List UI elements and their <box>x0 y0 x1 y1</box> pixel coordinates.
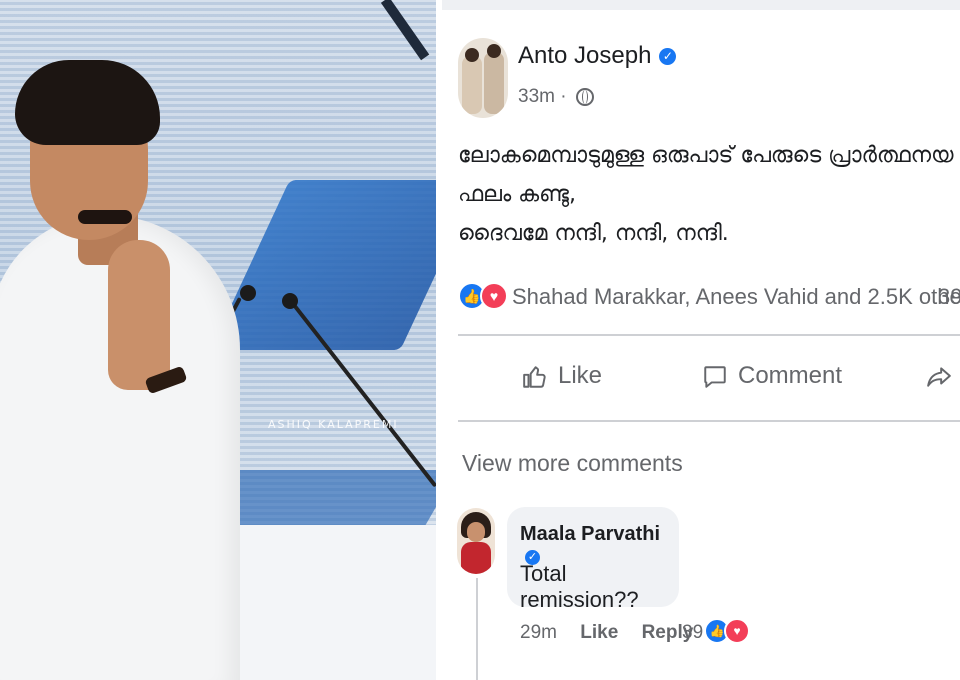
love-reaction-icon: ♥ <box>480 282 508 310</box>
person-hair <box>15 60 160 145</box>
comment-label: Comment <box>738 362 843 389</box>
avatar-figure <box>484 52 504 114</box>
comment-reaction-count: 39 <box>682 622 704 643</box>
verified-badge-icon: ✓ <box>659 48 677 66</box>
share-icon <box>927 367 951 387</box>
news-photo: ASHIQ KALAPREMI <box>0 0 436 680</box>
thumbs-up-icon <box>523 365 546 388</box>
author-avatar[interactable] <box>458 38 508 118</box>
post-body: ലോകമെമ്പാടുമുള്ള ഒരുപാട് പേരുടെ പ്രാർത്ഥ… <box>458 136 960 253</box>
comment-like-button[interactable]: Like <box>580 622 618 643</box>
person-mustache <box>78 210 132 224</box>
commenter-name[interactable]: Maala Parvathi <box>520 523 660 545</box>
comment-text: Total remission?? <box>520 561 639 612</box>
person-folded-hands <box>108 240 170 390</box>
post-time[interactable]: 33m · <box>518 86 567 107</box>
avatar-face <box>467 522 485 542</box>
reactors-text: Shahad Marakkar, Anees Vahid and 2.5K ot… <box>512 284 960 309</box>
avatar-head <box>465 48 479 62</box>
microphone-icon <box>240 285 256 301</box>
divider <box>458 420 960 422</box>
post-body-line: ദൈവമേ നന്ദി, നന്ദി, നന്ദി. <box>458 221 729 246</box>
reaction-summary[interactable]: 👍 ♥ Shahad Marakkar, Anees Vahid and 2.5… <box>458 281 960 315</box>
commenter-avatar[interactable] <box>457 508 495 574</box>
comment-time[interactable]: 29m <box>520 622 557 643</box>
post-body-line: ഫലം കണ്ടു, <box>458 182 576 207</box>
post-meta: 33m · <box>518 86 594 108</box>
comment-bubble: Maala Parvathi✓ Total remission?? <box>507 507 679 612</box>
photo-watermark: ASHIQ KALAPREMI <box>268 418 399 431</box>
like-label: Like <box>558 362 603 389</box>
avatar-figure <box>462 56 482 114</box>
top-border <box>442 0 960 10</box>
avatar-head <box>487 44 501 58</box>
author-name[interactable]: Anto Joseph <box>518 42 651 69</box>
view-more-comments-link[interactable]: View more comments <box>462 450 683 477</box>
author-name-row: Anto Joseph ✓ <box>518 42 677 70</box>
comment-button[interactable]: Comment <box>702 362 842 390</box>
globe-icon <box>575 87 594 106</box>
like-button[interactable]: Like <box>522 362 602 390</box>
love-reaction-icon: ♥ <box>724 618 750 644</box>
microphone-icon <box>282 293 298 309</box>
post-body-line: ലോകമെമ്പാടുമുള്ള ഒരുപാട് പേരുടെ പ്രാർത്ഥ… <box>458 143 954 168</box>
avatar-body <box>461 542 491 574</box>
share-button[interactable] <box>926 362 960 390</box>
comment-icon <box>704 365 726 388</box>
divider <box>458 334 960 336</box>
comment-thread-line <box>476 578 478 680</box>
comment-count[interactable]: 39 <box>938 284 960 310</box>
facebook-post: Anto Joseph ✓ 33m · ലോകമെമ്പാടുമുള്ള ഒരുപ… <box>442 0 960 680</box>
